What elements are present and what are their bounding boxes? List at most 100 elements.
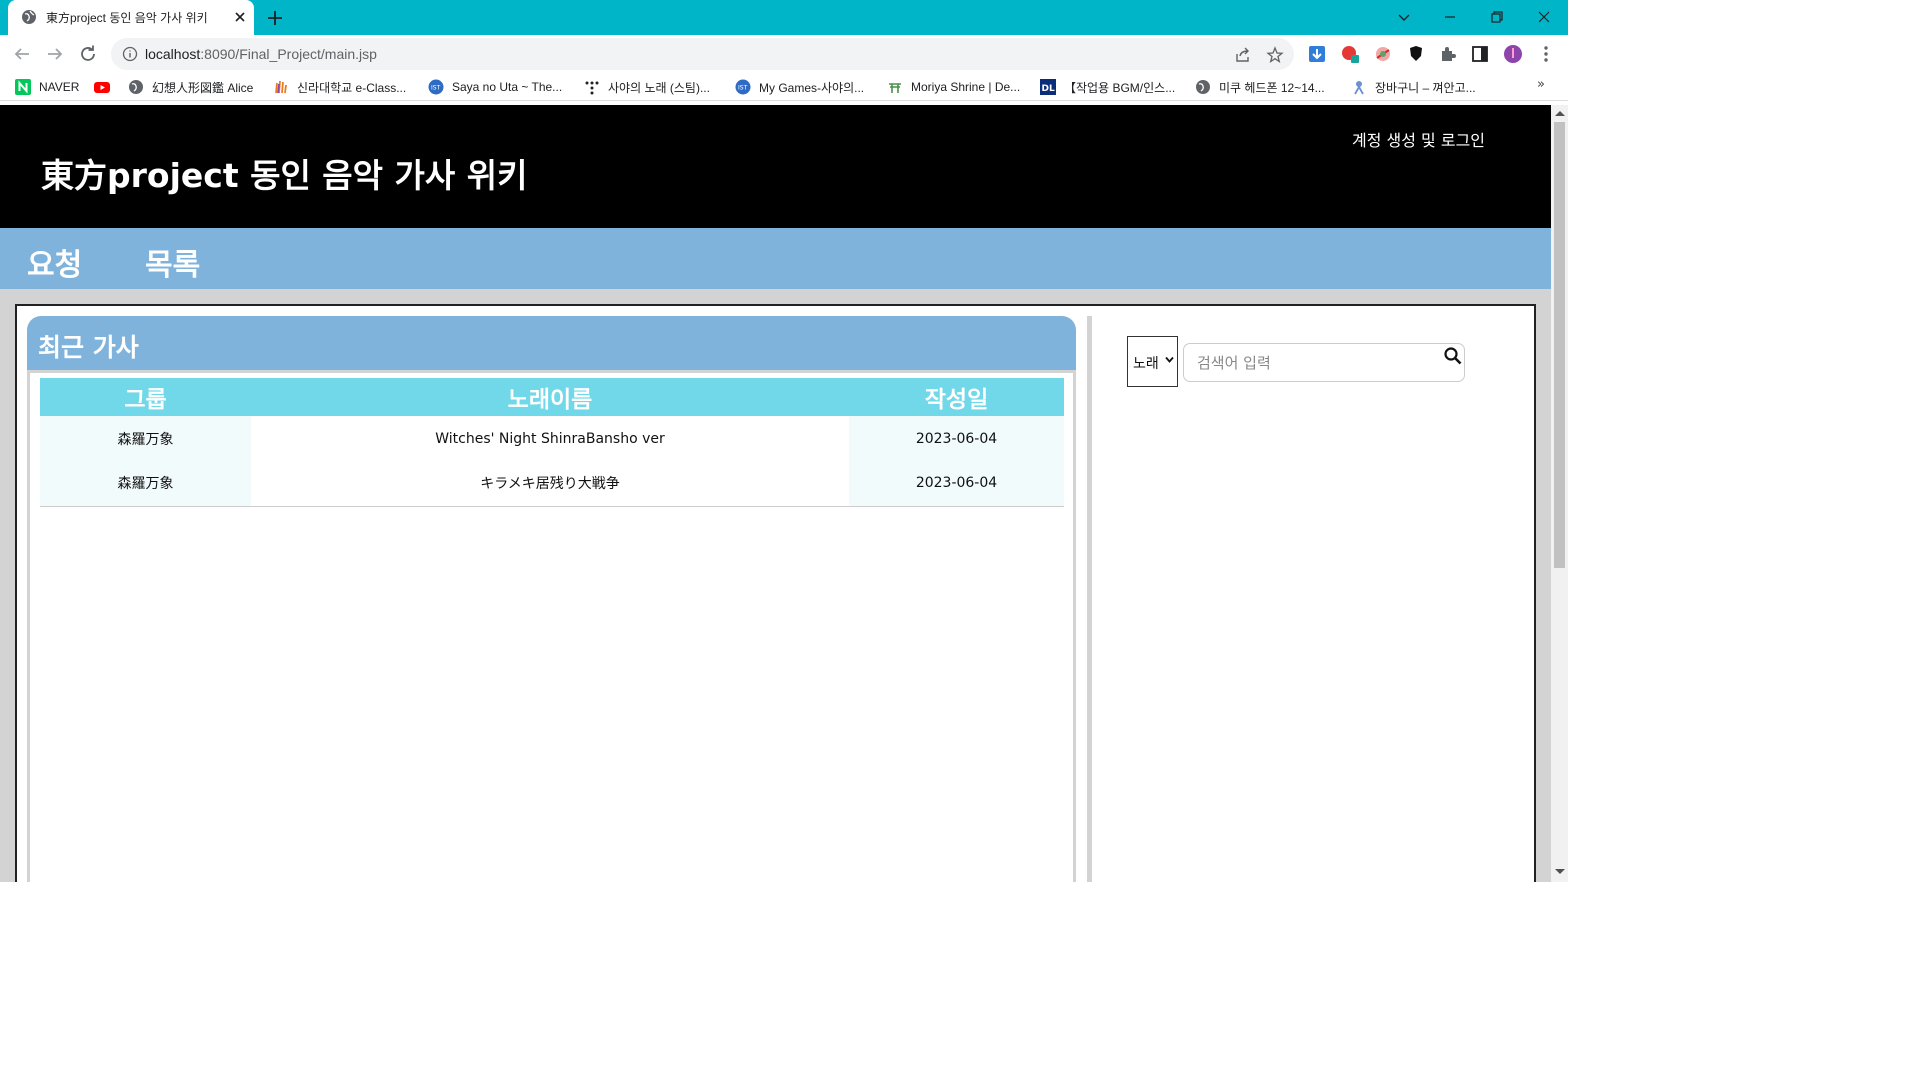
globe-icon	[22, 10, 36, 24]
minimize-icon[interactable]	[1438, 5, 1462, 29]
scroll-down-arrow-icon[interactable]	[1555, 869, 1565, 874]
bookmark-label: 幻想人形図鑑 Alice	[152, 80, 254, 95]
bookmark-item[interactable]: 장바구니 – 껴안고...	[1351, 78, 1476, 96]
browser-tab[interactable]: 東方project 동인 음악 가사 위키	[8, 0, 254, 35]
bookmark-item[interactable]: 신라대학교 e-Class...	[273, 78, 406, 96]
site-title: 東方project 동인 음악 가사 위키	[41, 156, 528, 195]
cell-date: 2023-06-04	[849, 461, 1064, 507]
content-box: 최근 가사 그룹 노래이름 작성일 森羅万象 Witches' Night Sh…	[15, 304, 1536, 882]
bookmark-label: 장바구니 – 껴안고...	[1375, 80, 1476, 95]
back-icon[interactable]	[10, 42, 34, 66]
globe-icon	[129, 80, 143, 94]
table-row[interactable]: 森羅万象 キラメキ居残り大戦争 2023-06-04	[40, 461, 1064, 507]
url-text: localhost:8090/Final_Project/main.jsp	[145, 46, 377, 62]
column-header-song: 노래이름	[251, 378, 849, 416]
svg-text:IST: IST	[738, 85, 748, 92]
chevron-down-icon	[1165, 356, 1174, 363]
search-category-select[interactable]: 노래	[1127, 336, 1178, 387]
bookmark-label: 미쿠 헤드폰 12~14...	[1219, 80, 1325, 95]
bookmark-item[interactable]: 미쿠 헤드폰 12~14...	[1195, 78, 1325, 96]
cell-group: 森羅万象	[40, 416, 251, 461]
youtube-icon	[94, 82, 110, 93]
side-panel-icon[interactable]	[1470, 44, 1490, 64]
bookmark-item[interactable]: 사야의 노래 (스팀)...	[584, 78, 710, 96]
naver-icon	[15, 79, 31, 95]
bookmark-item[interactable]: Moriya Shrine | De...	[887, 78, 1020, 96]
bookmark-item[interactable]: 幻想人形図鑑 Alice	[128, 78, 253, 96]
scroll-up-arrow-icon[interactable]	[1555, 111, 1565, 116]
lyrics-table: 그룹 노래이름 작성일 森羅万象 Witches' Night ShinraBa…	[40, 378, 1064, 507]
globe-icon	[1196, 80, 1210, 94]
column-header-group: 그룹	[40, 378, 251, 416]
bookmark-label: 신라대학교 e-Class...	[297, 80, 407, 95]
bookmark-label: Saya no Uta ~ The...	[452, 80, 563, 94]
column-header-date: 작성일	[849, 378, 1064, 416]
recent-lyrics-panel: 최근 가사 그룹 노래이름 작성일 森羅万象 Witches' Night Sh…	[27, 316, 1076, 882]
dots-icon	[585, 81, 599, 95]
steam-icon: IST	[428, 79, 444, 95]
forward-icon[interactable]	[43, 42, 67, 66]
bookmark-label: NAVER	[39, 80, 80, 94]
site-header: 東方project 동인 음악 가사 위키 계정 생성 및 로그인	[0, 105, 1551, 228]
browser-toolbar: localhost:8090/Final_Project/main.jsp	[0, 35, 1568, 73]
bookmarks-overflow-button[interactable]: »	[1537, 77, 1545, 92]
share-icon[interactable]	[1234, 46, 1252, 64]
bookmark-label: 【작업용 BGM/인스...	[1064, 80, 1176, 95]
cell-date: 2023-06-04	[849, 416, 1064, 461]
extensions-puzzle-icon[interactable]	[1438, 44, 1458, 64]
tab-search-icon[interactable]	[1392, 5, 1416, 29]
dl-icon: DL	[1040, 79, 1056, 95]
bookmark-label: 사야의 노래 (스팀)...	[608, 80, 710, 95]
cart-icon	[1354, 81, 1364, 95]
table-row[interactable]: 森羅万象 Witches' Night ShinraBansho ver 202…	[40, 416, 1064, 461]
cell-group: 森羅万象	[40, 461, 251, 507]
recent-lyrics-body: 그룹 노래이름 작성일 森羅万象 Witches' Night ShinraBa…	[27, 370, 1076, 882]
browser-tabstrip: 東方project 동인 음악 가사 위키	[0, 0, 1568, 35]
scrollbar-thumb[interactable]	[1554, 122, 1565, 568]
table-header-row: 그룹 노래이름 작성일	[40, 378, 1064, 416]
restore-icon[interactable]	[1485, 5, 1509, 29]
bookmark-label: My Games-사야의...	[759, 80, 865, 95]
download-extension-icon[interactable]	[1307, 44, 1327, 64]
search-icon[interactable]	[1443, 346, 1463, 366]
info-icon[interactable]	[122, 46, 138, 62]
search-input[interactable]	[1183, 343, 1465, 382]
bookmark-item[interactable]	[94, 78, 118, 96]
page-scrollbar[interactable]	[1551, 105, 1568, 882]
url-host: localhost	[145, 46, 201, 62]
svg-text:IST: IST	[431, 85, 441, 92]
main-nav: 요청 목록	[0, 228, 1551, 289]
bookmark-item[interactable]: NAVER	[15, 78, 79, 96]
search-category-value: 노래	[1133, 356, 1159, 372]
recent-lyrics-header: 최근 가사	[27, 316, 1076, 370]
reload-icon[interactable]	[76, 42, 100, 66]
panel-divider	[1087, 316, 1092, 882]
new-tab-icon[interactable]	[264, 7, 286, 29]
profile-avatar-icon[interactable]	[1503, 44, 1523, 64]
bookmark-label: Moriya Shrine | De...	[911, 80, 1021, 94]
bookmarks-bar: NAVER 幻想人形図鑑 Alice 신라대학교 e-Class... IST …	[0, 73, 1568, 101]
steam-icon: IST	[735, 79, 751, 95]
close-window-icon[interactable]	[1532, 5, 1556, 29]
bookmark-item[interactable]: IST My Games-사야의...	[735, 78, 864, 96]
bookmark-item[interactable]: IST Saya no Uta ~ The...	[428, 78, 562, 96]
shrine-icon	[889, 83, 901, 93]
page-viewport: 東方project 동인 음악 가사 위키 계정 생성 및 로그인 요청 목록 …	[0, 105, 1551, 882]
address-bar[interactable]: localhost:8090/Final_Project/main.jsp	[111, 38, 1294, 70]
tab-title: 東方project 동인 음악 가사 위키	[46, 11, 208, 25]
bookmark-item[interactable]: DL 【작업용 BGM/인스...	[1040, 78, 1175, 96]
red-extension-icon[interactable]	[1340, 44, 1360, 64]
bookmark-star-icon[interactable]	[1266, 46, 1284, 64]
url-path: :8090/Final_Project/main.jsp	[200, 46, 377, 62]
colorful-extension-icon[interactable]	[1373, 44, 1393, 64]
menu-dots-icon[interactable]	[1536, 44, 1556, 64]
login-link[interactable]: 계정 생성 및 로그인	[1352, 127, 1485, 151]
cell-song[interactable]: キラメキ居残り大戦争	[251, 461, 849, 507]
svg-text:DL: DL	[1042, 84, 1055, 94]
hand-logo-icon	[275, 80, 287, 94]
close-tab-icon[interactable]	[232, 9, 248, 25]
cell-song[interactable]: Witches' Night ShinraBansho ver	[251, 416, 849, 461]
shield-extension-icon[interactable]	[1406, 44, 1426, 64]
nav-request[interactable]: 요청	[27, 240, 82, 284]
nav-list[interactable]: 목록	[145, 240, 200, 284]
